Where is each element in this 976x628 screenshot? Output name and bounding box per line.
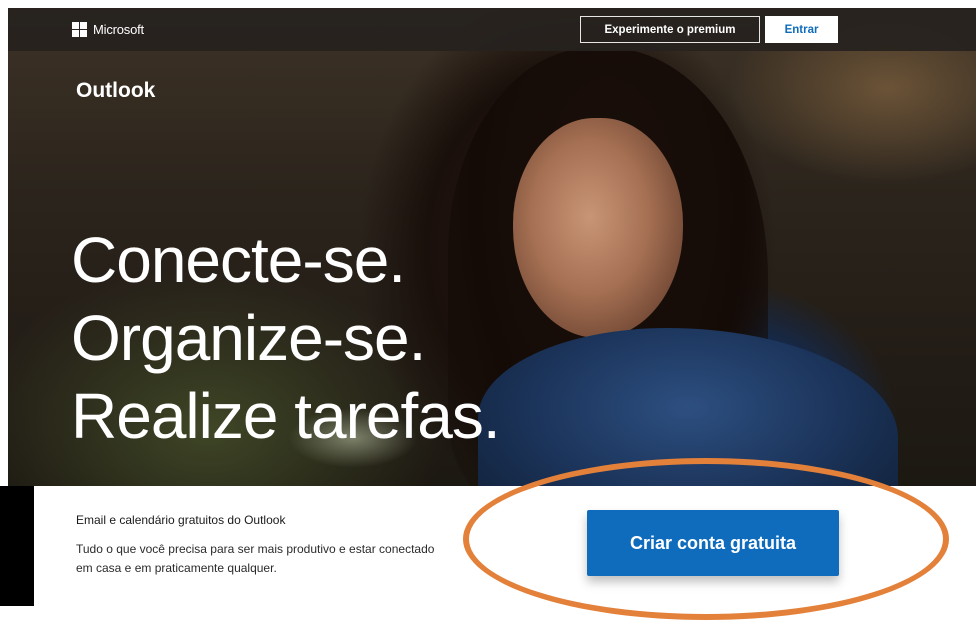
left-edge-shadow xyxy=(0,486,34,606)
microsoft-logo-icon xyxy=(72,22,87,37)
headline-line-1: Conecte-se. xyxy=(71,224,406,296)
hero-image: Microsoft Experimente o premium Entrar O… xyxy=(8,8,976,486)
headline-line-3: Realize tarefas. xyxy=(71,380,501,452)
headline-line-2: Organize-se. xyxy=(71,302,426,374)
hero-figure-shirt xyxy=(478,328,898,486)
page: Microsoft Experimente o premium Entrar O… xyxy=(0,0,976,628)
info-title: Email e calendário gratuitos do Outlook xyxy=(76,513,286,527)
product-title[interactable]: Outlook xyxy=(76,79,155,103)
sign-in-button[interactable]: Entrar xyxy=(765,16,838,43)
info-description: Tudo o que você precisa para ser mais pr… xyxy=(76,542,435,575)
brand-name: Microsoft xyxy=(93,22,144,37)
microsoft-logo[interactable]: Microsoft xyxy=(72,22,144,37)
hero-headline: Conecte-se. Organize-se. Realize tarefas… xyxy=(71,221,501,455)
top-navigation-bar: Microsoft Experimente o premium Entrar xyxy=(8,8,976,51)
hero-figure-face xyxy=(513,118,683,338)
try-premium-button[interactable]: Experimente o premium xyxy=(580,16,760,43)
create-free-account-button[interactable]: Criar conta gratuita xyxy=(587,510,839,576)
